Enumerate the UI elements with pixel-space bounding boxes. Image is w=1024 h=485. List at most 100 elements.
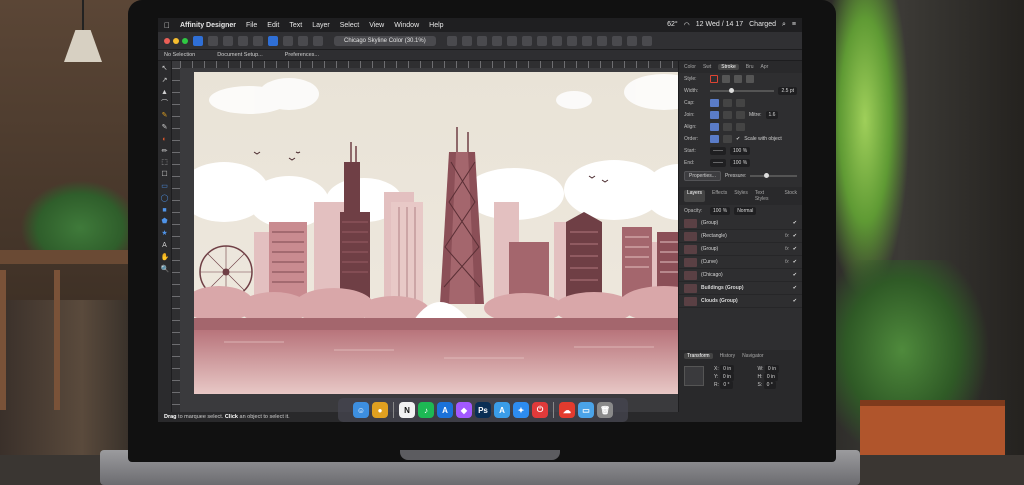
dock-power-icon[interactable]: ⏻ xyxy=(532,402,548,418)
tab-layers[interactable]: Layers xyxy=(684,190,706,202)
pen-tool-icon[interactable]: ✎ xyxy=(161,112,169,120)
width-slider[interactable] xyxy=(710,88,775,93)
tab-color[interactable]: Color xyxy=(684,64,696,70)
node-tool-icon[interactable]: ↗ xyxy=(161,77,169,85)
arrange-icon[interactable] xyxy=(446,35,457,46)
text-tool-icon[interactable]: A xyxy=(161,242,169,250)
layer-row[interactable]: (Group) ✔ xyxy=(679,217,802,230)
assistant-icon[interactable] xyxy=(596,35,607,46)
no-stroke-swatch[interactable] xyxy=(710,75,718,83)
tab-text-styles[interactable]: Text Styles xyxy=(755,190,778,202)
corner-tool-icon[interactable]: ⌒ xyxy=(161,100,169,108)
temperature-readout[interactable]: 62° xyxy=(667,21,678,29)
anchor-selector[interactable] xyxy=(684,366,704,386)
dock-safari-icon[interactable]: ✦ xyxy=(513,402,529,418)
tab-appearance[interactable]: Apr xyxy=(761,64,769,70)
layer-row[interactable]: Clouds (Group) ✔ xyxy=(679,295,802,308)
dock-figma-icon[interactable]: ◆ xyxy=(456,402,472,418)
butt-cap-icon[interactable] xyxy=(710,99,719,107)
designer-persona-icon[interactable] xyxy=(193,35,203,46)
width-input[interactable]: 2.5 pt xyxy=(778,87,797,95)
scale-checkbox-icon[interactable]: ✔ xyxy=(736,136,740,142)
menu-layer[interactable]: Layer xyxy=(312,22,330,29)
export-persona-icon[interactable] xyxy=(223,35,233,46)
rotate-icon[interactable] xyxy=(506,35,517,46)
y-field[interactable]: Y: 0 in xyxy=(714,373,754,381)
menu-view[interactable]: View xyxy=(369,22,384,29)
layer-row[interactable]: (Group) fx ✔ xyxy=(679,243,802,256)
pencil-tool-icon[interactable]: ✎ xyxy=(161,124,169,132)
preferences-button[interactable]: Preferences... xyxy=(285,52,319,58)
end-arrow-select[interactable]: —— xyxy=(710,159,726,167)
transparency-tool-icon[interactable]: ⬚ xyxy=(161,159,169,167)
h-input[interactable]: 0 in xyxy=(763,373,778,381)
dock-notion-icon[interactable]: N xyxy=(399,402,415,418)
miter-join-icon[interactable] xyxy=(710,111,719,119)
visibility-check-icon[interactable]: ✔ xyxy=(793,272,797,278)
dash-stroke-swatch[interactable] xyxy=(734,75,742,83)
align-inside-icon[interactable] xyxy=(723,123,732,131)
layer-row[interactable]: Buildings (Group) ✔ xyxy=(679,282,802,295)
view-icon[interactable] xyxy=(566,35,577,46)
menu-select[interactable]: Select xyxy=(340,22,359,29)
layer-row[interactable]: (Rectangle) fx ✔ xyxy=(679,230,802,243)
align-center-icon[interactable] xyxy=(710,123,719,131)
draw-behind-icon[interactable] xyxy=(710,135,719,143)
tab-brushes[interactable]: Bru xyxy=(746,64,754,70)
isolate-icon[interactable] xyxy=(551,35,562,46)
control-center-icon[interactable]: ≡ xyxy=(792,21,796,29)
visibility-check-icon[interactable]: ✔ xyxy=(793,233,797,239)
menu-help[interactable]: Help xyxy=(429,22,443,29)
tab-transform[interactable]: Transform xyxy=(684,353,713,359)
x-input[interactable]: 0 in xyxy=(720,365,735,373)
fx-icon[interactable]: fx xyxy=(785,233,789,239)
document-setup-button[interactable]: Document Setup... xyxy=(217,52,263,58)
wifi-icon[interactable]: ◠ xyxy=(684,21,690,29)
point-transform-icon[interactable]: ▲ xyxy=(161,89,169,97)
y-input[interactable]: 0 in xyxy=(719,373,734,381)
dock-photoshop-icon[interactable]: Ps xyxy=(475,402,491,418)
magnet-icon[interactable] xyxy=(536,35,547,46)
distribute-icon[interactable] xyxy=(461,35,472,46)
h-field[interactable]: H: 0 in xyxy=(758,373,798,381)
grid-icon[interactable] xyxy=(283,35,293,46)
snapping-icon[interactable] xyxy=(521,35,532,46)
view-mode-icon[interactable] xyxy=(268,35,278,46)
tab-styles[interactable]: Styles xyxy=(734,190,748,202)
document-icon[interactable] xyxy=(238,35,248,46)
tab-effects[interactable]: Effects xyxy=(712,190,727,202)
w-field[interactable]: W: 0 in xyxy=(758,365,798,373)
s-field[interactable]: S: 0 ° xyxy=(758,381,798,389)
apple-icon[interactable]:  xyxy=(164,21,170,30)
rectangle-tool-icon[interactable]: ▭ xyxy=(161,183,169,191)
dock-affinity-designer-2-icon[interactable]: A xyxy=(494,402,510,418)
layer-row[interactable]: (Chicago) ✔ xyxy=(679,269,802,282)
dock-creative-cloud-icon[interactable]: ☁ xyxy=(559,402,575,418)
solid-stroke-swatch[interactable] xyxy=(722,75,730,83)
transform-icon[interactable] xyxy=(476,35,487,46)
studio-icon[interactable] xyxy=(611,35,622,46)
document-title-tab[interactable]: Chicago Skyline Color (30.1%) xyxy=(334,35,436,46)
zoom-icon[interactable] xyxy=(182,37,188,44)
artboard-chicago-skyline[interactable] xyxy=(194,72,694,394)
start-scale-input[interactable]: 100 % xyxy=(730,147,751,155)
properties-button[interactable]: Properties... xyxy=(684,171,721,181)
dock-affinity-designer-icon[interactable]: A xyxy=(437,402,453,418)
tab-history[interactable]: History xyxy=(720,353,736,359)
move-tool-icon[interactable]: ↖ xyxy=(161,65,169,73)
visibility-check-icon[interactable]: ✔ xyxy=(793,285,797,291)
start-arrow-select[interactable]: —— xyxy=(710,147,726,155)
dock-spotify-icon[interactable]: ♪ xyxy=(418,402,434,418)
opacity-input[interactable]: 100 % xyxy=(710,207,731,215)
align-icon[interactable] xyxy=(313,35,323,46)
ellipse-tool-icon[interactable]: ◯ xyxy=(161,195,169,203)
horizontal-ruler[interactable] xyxy=(180,61,678,68)
tab-stock[interactable]: Stock xyxy=(784,190,797,202)
flip-icon[interactable] xyxy=(491,35,502,46)
dock-chrome-icon[interactable]: ● xyxy=(372,402,388,418)
menu-text[interactable]: Text xyxy=(289,22,302,29)
visibility-check-icon[interactable]: ✔ xyxy=(793,259,797,265)
fx-icon[interactable]: fx xyxy=(785,246,789,252)
visibility-check-icon[interactable]: ✔ xyxy=(793,220,797,226)
battery-readout[interactable]: Charged xyxy=(749,21,776,29)
